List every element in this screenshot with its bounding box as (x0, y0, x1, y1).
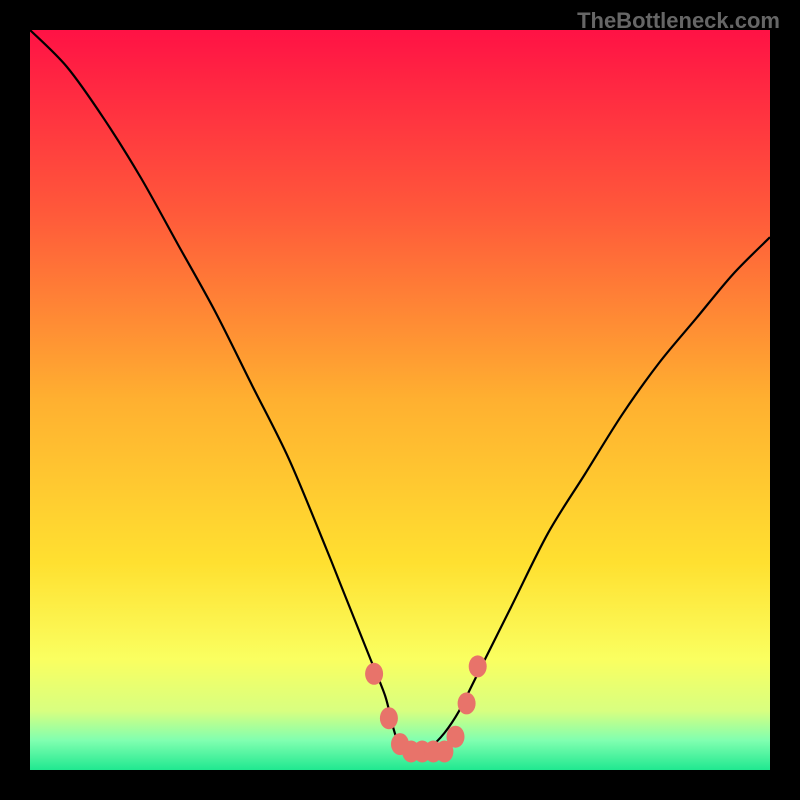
chart-area (30, 30, 770, 770)
curve-layer (30, 30, 770, 770)
bottleneck-curve (30, 30, 770, 756)
marker-point (469, 655, 487, 677)
watermark-text: TheBottleneck.com (577, 8, 780, 34)
markers-group (365, 655, 487, 762)
marker-point (458, 692, 476, 714)
marker-point (365, 663, 383, 685)
chart-frame (30, 30, 770, 770)
marker-point (447, 726, 465, 748)
marker-point (380, 707, 398, 729)
